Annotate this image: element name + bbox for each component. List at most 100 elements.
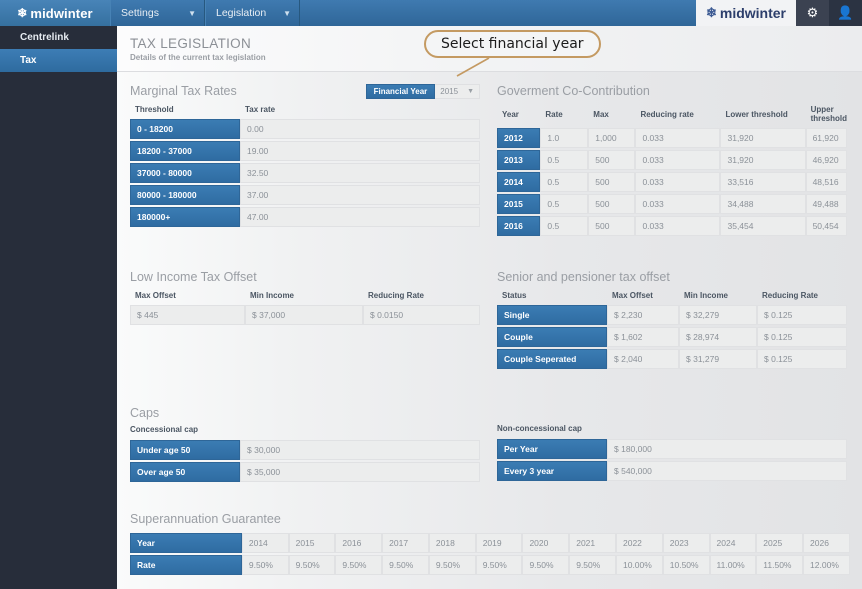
column-header: Max	[593, 109, 609, 119]
cell-rate[interactable]: 0.5	[540, 216, 589, 236]
cell-rate[interactable]: 1.0	[540, 128, 589, 148]
cell-tax-rate[interactable]: 47.00	[240, 207, 480, 227]
cell-max[interactable]: 500	[588, 150, 636, 170]
cell-cap-label: Per Year	[497, 439, 607, 459]
cell-upper-threshold[interactable]: 46,920	[805, 150, 847, 170]
cell-max-offset[interactable]: $ 2,040	[607, 349, 679, 369]
cell-lower-threshold[interactable]: 31,920	[720, 128, 806, 148]
cell-min-income[interactable]: $ 28,974	[679, 327, 757, 347]
cell-year: 2024	[709, 533, 757, 553]
column-header: Threshold	[135, 105, 174, 114]
cell-tax-rate[interactable]: 0.00	[240, 119, 480, 139]
cell-rate[interactable]: 9.50%	[569, 555, 616, 575]
cell-upper-threshold[interactable]: 50,454	[805, 216, 847, 236]
brand-logo[interactable]: ❄ midwinter	[0, 0, 110, 26]
cell-year: 2017	[382, 533, 429, 553]
cell-reducing-rate[interactable]: $ 0.125	[757, 305, 847, 325]
gov-cocontribution-table: Year Rate Max Reducing rate Lower thresh…	[497, 103, 847, 238]
cell-rate[interactable]: 10.00%	[615, 555, 663, 575]
sidebar-item-tax[interactable]: Tax	[0, 49, 117, 72]
cell-rate[interactable]: 9.50%	[288, 555, 336, 575]
cell-max[interactable]: 500	[588, 194, 636, 214]
row-offsets: Low Income Tax Offset Max Offset Min Inc…	[130, 270, 850, 371]
cell-reducing-rate[interactable]: 0.033	[635, 216, 721, 236]
cell-max-offset[interactable]: $ 445	[130, 305, 245, 325]
cell-rate[interactable]: 0.5	[540, 172, 589, 192]
cell-max[interactable]: 500	[588, 216, 636, 236]
cell-threshold: 80000 - 180000	[130, 185, 240, 205]
table-row: 2014 0.5 500 0.033 33,516 48,516	[497, 172, 847, 192]
cell-cap-value[interactable]: $ 540,000	[607, 461, 847, 481]
cell-rate[interactable]: 9.50%	[428, 555, 476, 575]
cell-reducing-rate[interactable]: $ 0.0150	[363, 305, 480, 325]
cell-year: 2015	[288, 533, 336, 553]
nav-item-legislation[interactable]: Legislation ▼	[205, 0, 300, 26]
cell-min-income[interactable]: $ 32,279	[679, 305, 757, 325]
nav-item-settings[interactable]: Settings ▼	[110, 0, 205, 26]
table-header-row: Status Max Offset Min Income Reducing Ra…	[497, 291, 847, 303]
section-marginal-tax-rates: Marginal Tax Rates Financial Year 2015 ▼…	[130, 84, 480, 238]
cell-rate[interactable]: 9.50%	[475, 555, 523, 575]
cell-min-income[interactable]: $ 37,000	[245, 305, 363, 325]
financial-year-select[interactable]: 2015 ▼	[435, 84, 480, 99]
cell-reducing-rate[interactable]: 0.033	[635, 172, 721, 192]
cell-max-offset[interactable]: $ 1,602	[607, 327, 679, 347]
section-superannuation-guarantee: Superannuation Guarantee Year 2014 2015 …	[130, 512, 850, 577]
sidebar-item-label: Tax	[20, 55, 37, 66]
settings-button[interactable]: ⚙	[796, 0, 829, 26]
cell-rate[interactable]: 9.50%	[522, 555, 570, 575]
cell-row-label: Rate	[130, 555, 242, 575]
brand-name-right: midwinter	[719, 5, 786, 21]
sidebar-item-label: Centrelink	[20, 32, 69, 43]
cell-upper-threshold[interactable]: 48,516	[805, 172, 847, 192]
cell-cap-value[interactable]: $ 180,000	[607, 439, 847, 459]
top-bar: ❄ midwinter Settings ▼ Legislation ▼ ❄ m…	[0, 0, 862, 26]
table-row: Couple $ 1,602 $ 28,974 $ 0.125	[497, 327, 847, 347]
page-body: Marginal Tax Rates Financial Year 2015 ▼…	[117, 72, 862, 577]
column-header: Max Offset	[135, 291, 176, 300]
user-account-button[interactable]: 👤	[829, 0, 862, 26]
cell-rate[interactable]: 11.50%	[756, 555, 804, 575]
section-title: Low Income Tax Offset	[130, 270, 257, 284]
cell-lower-threshold[interactable]: 34,488	[720, 194, 806, 214]
column-header: Tax rate	[245, 105, 276, 114]
cell-tax-rate[interactable]: 37.00	[240, 185, 480, 205]
cell-rate[interactable]: 10.50%	[662, 555, 710, 575]
table-header-row: Threshold Tax rate	[130, 105, 480, 117]
nav-item-legislation-label: Legislation	[216, 7, 267, 19]
cell-upper-threshold[interactable]: 61,920	[805, 128, 847, 148]
cell-reducing-rate[interactable]: 0.033	[635, 194, 721, 214]
cell-reducing-rate[interactable]: $ 0.125	[757, 349, 847, 369]
top-bar-spacer	[300, 0, 696, 26]
chevron-down-icon: ▼	[467, 88, 474, 95]
cell-reducing-rate[interactable]: 0.033	[635, 150, 721, 170]
financial-year-picker[interactable]: Financial Year 2015 ▼	[365, 84, 480, 99]
cell-min-income[interactable]: $ 31,279	[679, 349, 757, 369]
cell-reducing-rate[interactable]: 0.033	[635, 128, 721, 148]
cell-rate[interactable]: 12.00%	[803, 555, 850, 575]
cell-cap-value[interactable]: $ 35,000	[240, 462, 480, 482]
sidebar-item-centrelink[interactable]: Centrelink	[0, 26, 117, 49]
cell-tax-rate[interactable]: 19.00	[240, 141, 480, 161]
cell-rate[interactable]: 11.00%	[709, 555, 757, 575]
cell-max[interactable]: 500	[588, 172, 636, 192]
cell-lower-threshold[interactable]: 33,516	[720, 172, 806, 192]
cell-tax-rate[interactable]: 32.50	[240, 163, 480, 183]
row-caps: Caps Concessional cap Under age 50 $ 30,0…	[130, 406, 850, 484]
cell-upper-threshold[interactable]: 49,488	[805, 194, 847, 214]
superannuation-guarantee-table: Year 2014 2015 2016 2017 2018 2019 2020 …	[130, 531, 850, 577]
cell-reducing-rate[interactable]: $ 0.125	[757, 327, 847, 347]
cell-lower-threshold[interactable]: 35,454	[720, 216, 806, 236]
cell-rate[interactable]: 9.50%	[382, 555, 429, 575]
cell-rate[interactable]: 9.50%	[335, 555, 383, 575]
cell-max-offset[interactable]: $ 2,230	[607, 305, 679, 325]
cell-rate[interactable]: 9.50%	[241, 555, 289, 575]
cell-lower-threshold[interactable]: 31,920	[720, 150, 806, 170]
cell-rate[interactable]: 0.5	[540, 150, 589, 170]
cell-row-label: Year	[130, 533, 242, 553]
low-income-offset-table: Max Offset Min Income Reducing Rate $ 44…	[130, 289, 480, 327]
cell-cap-value[interactable]: $ 30,000	[240, 440, 480, 460]
table-row: 180000+ 47.00	[130, 207, 480, 227]
cell-rate[interactable]: 0.5	[540, 194, 589, 214]
cell-max[interactable]: 1,000	[588, 128, 636, 148]
